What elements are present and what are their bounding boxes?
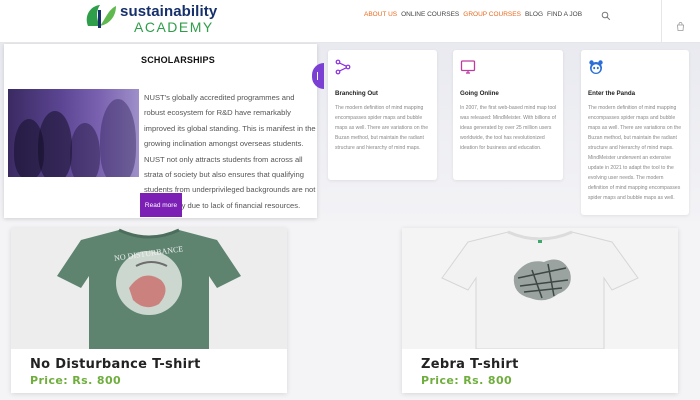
product-image[interactable]: [402, 228, 678, 349]
feature-text: The modern definition of mind mapping en…: [588, 105, 682, 201]
scholarships-title: SCHOLARSHIPS: [141, 55, 215, 65]
feature-title: Branching Out: [335, 90, 378, 97]
monitor-icon: [460, 60, 476, 74]
tshirt-green-image: NO DISTURBANCE: [11, 228, 287, 349]
nav-about-us[interactable]: ABOUT US: [364, 11, 397, 18]
page: sustainability ACADEMY ABOUT US ONLINE C…: [0, 0, 700, 400]
logo[interactable]: sustainability ACADEMY: [82, 2, 218, 35]
header-divider: [661, 0, 662, 43]
search-icon[interactable]: [601, 11, 611, 21]
panda-icon: [589, 60, 603, 74]
cart-icon[interactable]: [676, 22, 685, 31]
product-card[interactable]: Zebra T-shirt Price: Rs. 800: [402, 228, 678, 393]
branch-icon: [335, 59, 351, 75]
read-more-button[interactable]: Read more: [140, 193, 182, 217]
feature-title: Going Online: [460, 90, 499, 97]
product-price: Price: Rs. 800: [421, 374, 513, 387]
feature-card-enter-the-panda: Enter the Panda The modern definition of…: [581, 50, 689, 215]
logo-line2: ACADEMY: [134, 19, 214, 35]
nav-online-courses[interactable]: ONLINE COURSES: [401, 11, 459, 18]
nav-find-a-job[interactable]: FIND A JOB: [547, 11, 582, 18]
feature-title: Enter the Panda: [588, 90, 636, 97]
product-card[interactable]: NO DISTURBANCE No Disturbance T-shirt Pr…: [11, 228, 287, 393]
logo-line1: sustainability: [120, 3, 218, 20]
site-header: sustainability ACADEMY ABOUT US ONLINE C…: [0, 0, 700, 43]
logo-leaf-icon: [86, 5, 116, 28]
feature-card-going-online: Going Online In 2007, the first web-base…: [453, 50, 563, 180]
main-nav: ABOUT US ONLINE COURSES GROUP COURSES BL…: [364, 11, 582, 18]
scholarships-photo: [8, 89, 139, 177]
product-title[interactable]: Zebra T-shirt: [421, 357, 519, 372]
scholarships-card: SCHOLARSHIPS NUST's globally accredited …: [4, 44, 317, 218]
product-title[interactable]: No Disturbance T-shirt: [30, 357, 201, 372]
feature-card-branching-out: Branching Out The modern definition of m…: [328, 50, 437, 180]
nav-group-courses[interactable]: GROUP COURSES: [463, 11, 521, 18]
product-image[interactable]: NO DISTURBANCE: [11, 228, 287, 349]
nav-blog[interactable]: BLOG: [525, 11, 543, 18]
feature-text: The modern definition of mind mapping en…: [335, 105, 429, 151]
tshirt-white-image: [402, 228, 678, 349]
feature-text: In 2007, the first web-based mind map to…: [460, 105, 557, 151]
product-price: Price: Rs. 800: [30, 374, 122, 387]
